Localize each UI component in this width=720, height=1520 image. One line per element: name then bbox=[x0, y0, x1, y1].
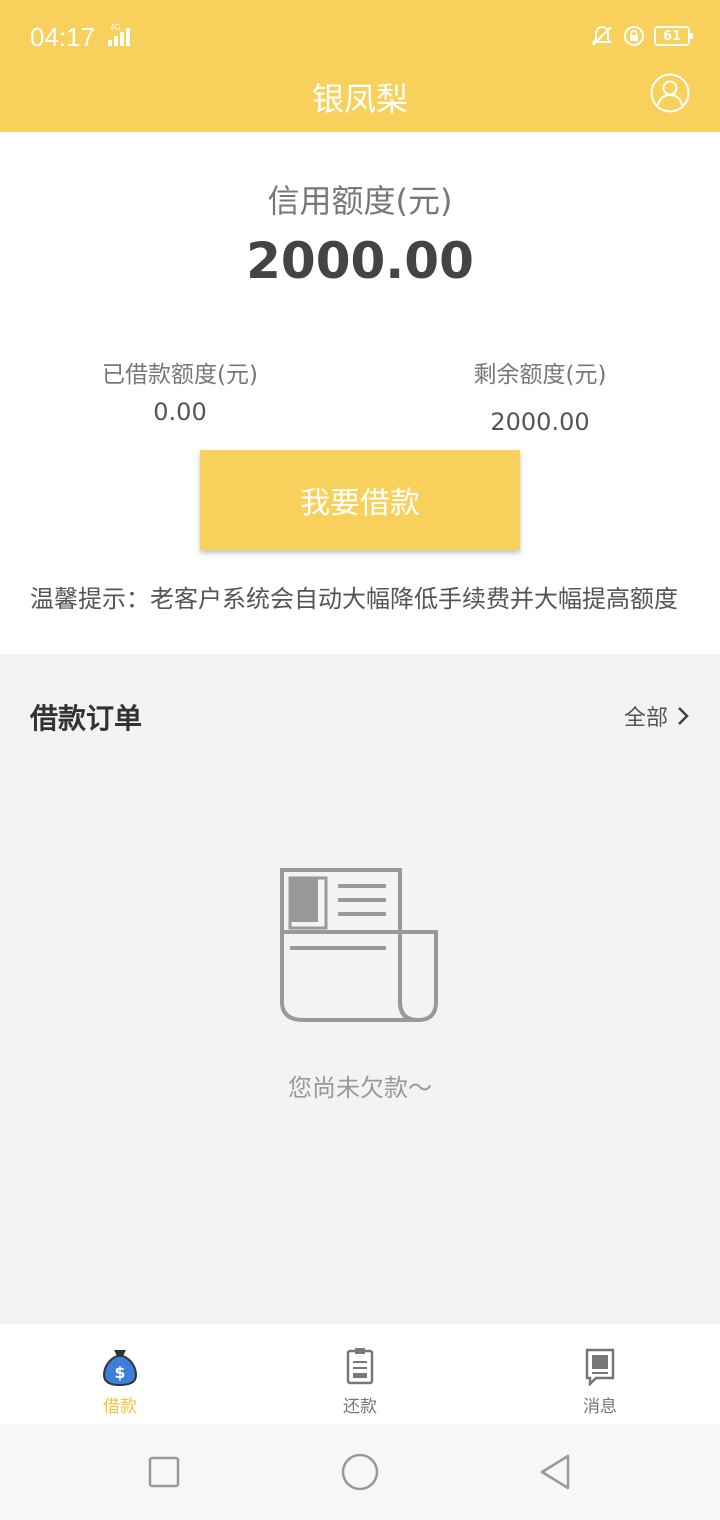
credit-card: 信用额度(元) 2000.00 已借款额度(元) 0.00 剩余额度(元) 20… bbox=[0, 132, 720, 654]
borrow-button[interactable]: 我要借款 bbox=[200, 450, 520, 550]
status-icons: 61 bbox=[590, 24, 693, 48]
tip-text: 温馨提示：老客户系统会自动大幅降低手续费并大幅提高额度 bbox=[30, 585, 678, 613]
home-icon[interactable] bbox=[338, 1450, 382, 1494]
status-time: 04:17 bbox=[30, 22, 96, 52]
back-icon[interactable] bbox=[534, 1450, 578, 1494]
status-bar: 04:17 4G 61 bbox=[0, 0, 720, 72]
network-type: 4G bbox=[110, 23, 121, 32]
empty-state-text: 您尚未欠款～ bbox=[288, 1074, 432, 1102]
clipboard-icon bbox=[346, 1348, 374, 1385]
tab-label-repay: 还款 bbox=[343, 1397, 377, 1417]
remaining-value: 2000.00 bbox=[490, 408, 590, 436]
system-nav-bar bbox=[0, 1424, 720, 1520]
orders-title: 借款订单 bbox=[30, 702, 143, 735]
battery-icon: 61 bbox=[654, 26, 693, 46]
credit-limit-amount: 2000.00 bbox=[246, 232, 474, 290]
bell-muted-icon bbox=[592, 25, 612, 46]
view-all-orders-link[interactable]: 全部 bbox=[624, 700, 690, 732]
tab-messages[interactable]: 消息 bbox=[480, 1324, 720, 1424]
rotation-lock-icon bbox=[624, 26, 644, 46]
borrowed-value: 0.00 bbox=[153, 398, 207, 426]
message-icon bbox=[585, 1348, 615, 1386]
svg-text:$: $ bbox=[114, 1363, 125, 1382]
borrowed-label: 已借款额度(元) bbox=[102, 362, 258, 388]
app-header: 04:17 4G 61 银凤梨 bbox=[0, 0, 720, 132]
remaining-label: 剩余额度(元) bbox=[473, 362, 607, 388]
user-avatar-icon[interactable] bbox=[650, 73, 690, 113]
view-all-label: 全部 bbox=[623, 706, 668, 731]
tab-repay[interactable]: 还款 bbox=[240, 1324, 480, 1424]
tab-borrow[interactable]: $ 借款 bbox=[0, 1324, 240, 1424]
credit-limit-label: 信用额度(元) bbox=[267, 182, 453, 220]
recent-apps-icon[interactable] bbox=[142, 1450, 186, 1494]
bottom-tab-bar: $ 借款 还款 消息 bbox=[0, 1324, 720, 1424]
app-title: 银凤梨 bbox=[311, 80, 408, 118]
empty-document-icon bbox=[280, 868, 438, 1023]
chevron-right-icon bbox=[678, 707, 689, 725]
tab-label-messages: 消息 bbox=[583, 1397, 617, 1417]
signal-icon: 4G bbox=[108, 23, 130, 46]
money-bag-icon: $ bbox=[102, 1350, 138, 1386]
tab-label-borrow: 借款 bbox=[103, 1397, 137, 1417]
